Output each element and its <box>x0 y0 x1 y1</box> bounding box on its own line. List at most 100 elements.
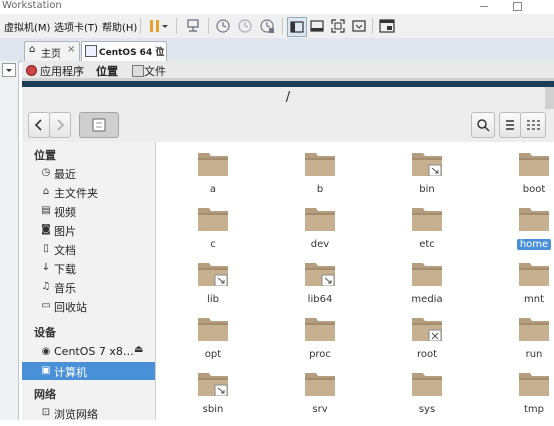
sidebar-item-pictures[interactable]: ◙ 图片 <box>22 221 155 239</box>
sidebar-item-trash[interactable]: ▭ 回收站 <box>22 297 155 315</box>
file-item[interactable]: opt <box>173 315 253 371</box>
places-menu[interactable]: 位置 <box>96 63 118 79</box>
thumbnail-icon <box>310 20 324 32</box>
folder-icon <box>198 373 228 396</box>
file-item[interactable]: boot <box>494 150 554 206</box>
folder-icon <box>198 263 228 286</box>
unity-button[interactable] <box>350 17 368 35</box>
menu-help[interactable]: 帮助(H) <box>102 19 137 34</box>
forward-button[interactable] <box>49 112 71 138</box>
file-item[interactable]: mnt <box>494 260 554 316</box>
sidebar-item-label: 图片 <box>54 225 76 238</box>
send-keys-button[interactable] <box>184 17 202 35</box>
console-icon <box>379 19 395 33</box>
file-item[interactable]: tmp <box>494 370 554 426</box>
maximize-button[interactable] <box>503 0 531 12</box>
file-item[interactable]: proc <box>280 315 360 371</box>
network-send-icon <box>187 19 199 32</box>
list-view-button[interactable] <box>499 112 521 138</box>
revert-snapshot-button[interactable] <box>236 17 254 35</box>
chevron-down-icon <box>162 25 168 28</box>
sidebar-item-centos-disc[interactable]: ◉ CentOS 7 x8… ⏏ <box>22 343 155 361</box>
file-item[interactable]: bin <box>387 150 467 206</box>
sidebar-item-label: 计算机 <box>54 366 87 379</box>
vm-icon <box>85 45 97 57</box>
minimize-button[interactable] <box>470 0 498 12</box>
file-item[interactable]: root <box>387 315 467 371</box>
sidebar-item-downloads[interactable]: ↓ 下载 <box>22 259 155 277</box>
file-item[interactable]: a <box>173 150 253 206</box>
thumbnail-bar-button[interactable] <box>308 17 326 35</box>
folder-icon <box>519 153 549 176</box>
search-button[interactable] <box>471 112 495 138</box>
maximize-icon <box>513 2 522 11</box>
sidebar-item-label: 回收站 <box>54 301 87 314</box>
file-name: b <box>316 184 324 195</box>
path-bar-root[interactable] <box>79 112 119 138</box>
sidebar-item-videos[interactable]: ▤ 视频 <box>22 202 155 220</box>
sidebar-item-computer[interactable]: ▣ 计算机 <box>22 362 155 380</box>
back-button[interactable] <box>28 112 50 138</box>
file-item[interactable]: media <box>387 260 467 316</box>
sidebar-item-browse-network[interactable]: ⊡ 浏览网络 <box>22 404 155 422</box>
document-icon: ▯ <box>43 243 49 254</box>
snapshot-button[interactable] <box>214 17 232 35</box>
eject-icon[interactable]: ⏏ <box>134 344 143 355</box>
file-name: srv <box>312 404 328 415</box>
unity-icon <box>352 20 366 32</box>
file-item[interactable]: dev <box>280 205 360 261</box>
show-library-button[interactable] <box>287 17 307 37</box>
folder-icon <box>412 263 442 286</box>
video-icon: ▤ <box>41 205 51 216</box>
applications-menu[interactable]: 应用程序 <box>40 63 84 79</box>
sidebar-item-label: CentOS 7 x8… <box>54 345 134 358</box>
close-icon[interactable]: × <box>67 44 75 55</box>
sidebar-heading-network: 网络 <box>34 388 56 401</box>
computer-icon: ▣ <box>41 365 51 376</box>
pause-dropdown[interactable] <box>160 17 170 35</box>
tab-home[interactable]: ⌂ 主页 × <box>24 41 80 61</box>
clock-icon <box>238 19 252 33</box>
file-item[interactable]: lib <box>173 260 253 316</box>
library-dock <box>0 61 19 420</box>
file-name: lib64 <box>307 294 333 305</box>
scrollbar[interactable] <box>545 87 554 109</box>
sidebar-item-recent[interactable]: ◷ 最近 <box>22 164 155 182</box>
sidebar-item-documents[interactable]: ▯ 文档 <box>22 240 155 258</box>
toolbar-separator <box>372 18 373 34</box>
console-view-button[interactable] <box>378 17 396 35</box>
sidebar-item-home[interactable]: ⌂ 主文件夹 <box>22 183 155 201</box>
file-name: mnt <box>524 294 544 305</box>
full-screen-button[interactable] <box>329 17 347 35</box>
file-name: opt <box>204 349 222 360</box>
folder-icon <box>412 153 442 176</box>
sidebar-item-label: 最近 <box>54 168 76 181</box>
close-icon[interactable]: × <box>154 44 162 55</box>
view-options-button[interactable] <box>520 112 546 138</box>
file-item[interactable]: etc <box>387 205 467 261</box>
tab-centos[interactable]: CentOS 64 位 × <box>81 41 167 61</box>
app-title: Workstation <box>2 0 62 11</box>
file-item[interactable]: sys <box>387 370 467 426</box>
file-item[interactable]: c <box>173 205 253 261</box>
menu-tabs[interactable]: 选项卡(T) <box>54 19 98 34</box>
dock-dropdown[interactable] <box>2 63 16 77</box>
file-item[interactable]: srv <box>280 370 360 426</box>
file-item[interactable]: b <box>280 150 360 206</box>
folder-icon <box>198 153 228 176</box>
home-icon: ⌂ <box>42 186 50 197</box>
file-item[interactable]: home <box>494 205 554 261</box>
sidebar-item-music[interactable]: ♫ 音乐 <box>22 278 155 296</box>
file-item[interactable]: sbin <box>173 370 253 426</box>
nautilus-titlebar: / <box>22 87 554 109</box>
file-name: run <box>525 349 543 360</box>
files-menu[interactable]: 文件 <box>144 63 166 79</box>
snapshot-manager-button[interactable] <box>258 17 276 35</box>
tab-label: 主页 <box>41 49 61 60</box>
toolbar-separator <box>208 18 209 34</box>
file-grid: a b bin boot c dev etc home lib lib64 media mnt opt p… <box>156 142 554 420</box>
file-item[interactable]: run <box>494 315 554 371</box>
folder-icon <box>412 373 442 396</box>
menu-vm[interactable]: 虚拟机(M) <box>4 19 50 34</box>
file-item[interactable]: lib64 <box>280 260 360 316</box>
